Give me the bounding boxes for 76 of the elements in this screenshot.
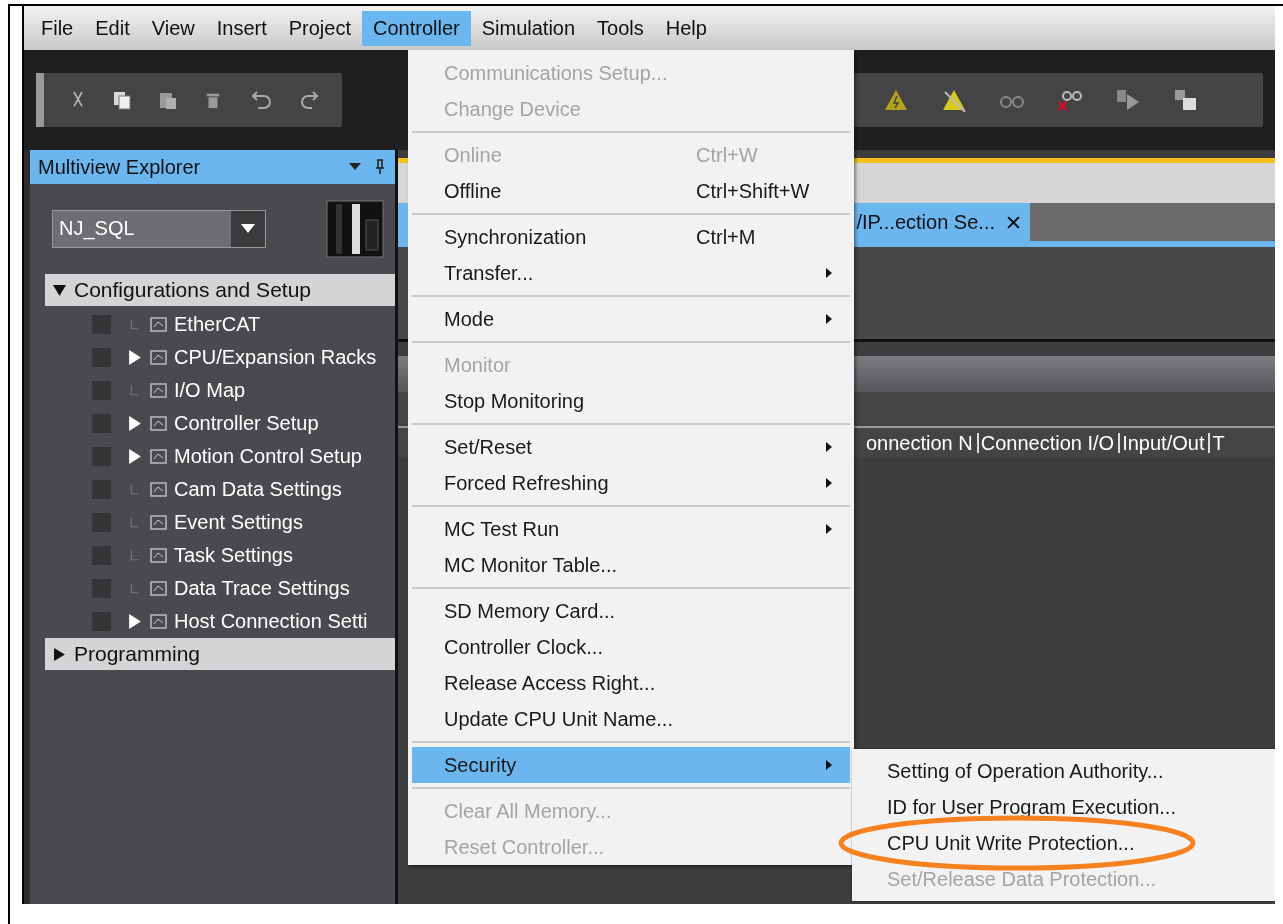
- menu-bar-item[interactable]: Controller: [362, 10, 471, 46]
- item-icon: [149, 545, 169, 566]
- tree-item[interactable]: Event Settings: [174, 511, 303, 534]
- item-icon: [149, 578, 169, 599]
- shortcut-text: Ctrl+Shift+W: [696, 179, 810, 203]
- tree-item[interactable]: I/O Map: [174, 379, 246, 402]
- item-icon: [149, 380, 169, 401]
- menu-item[interactable]: Controller Clock...: [412, 629, 850, 665]
- menu-item[interactable]: Forced Refreshing: [412, 465, 850, 501]
- menu-item[interactable]: Synchronization Ctrl+M: [412, 219, 850, 255]
- controller-device-icon: [326, 200, 384, 258]
- submenu-item[interactable]: CPU Unit Write Protection...: [887, 825, 1275, 861]
- tree-item[interactable]: Cam Data Settings: [174, 478, 342, 501]
- expand-triangle-icon[interactable]: [128, 614, 141, 629]
- tree-item[interactable]: Data Trace Settings: [174, 577, 350, 600]
- menu-bar-item[interactable]: Simulation: [470, 10, 587, 46]
- dropdown-arrow-icon[interactable]: [349, 163, 361, 171]
- submenu-item[interactable]: ID for User Program Execution...: [887, 789, 1275, 825]
- shortcut-text: Ctrl+W: [696, 143, 758, 167]
- pin-icon[interactable]: [375, 159, 385, 175]
- menu-item[interactable]: Security: [412, 747, 850, 783]
- menu-item[interactable]: Offline Ctrl+Shift+W: [412, 173, 850, 209]
- warning-icon[interactable]: [883, 88, 909, 112]
- expand-triangle-icon[interactable]: [128, 416, 141, 431]
- expand-triangle-icon: [53, 647, 66, 661]
- expand-triangle-icon[interactable]: [128, 449, 141, 464]
- transfer-icon[interactable]: [1115, 88, 1141, 112]
- toolbar-grip[interactable]: [36, 73, 44, 127]
- tree-item[interactable]: Task Settings: [174, 544, 293, 567]
- shortcut-text: Ctrl+M: [696, 225, 756, 249]
- menu-bar-item[interactable]: Help: [654, 10, 718, 46]
- paste-icon[interactable]: [158, 90, 178, 110]
- close-icon[interactable]: [1007, 215, 1020, 229]
- menu-item[interactable]: MC Test Run: [412, 511, 850, 547]
- menu-item[interactable]: Mode: [412, 301, 850, 337]
- item-icon: [149, 479, 169, 500]
- warning-crossed-icon[interactable]: [941, 88, 967, 112]
- item-icon: [149, 611, 169, 632]
- device-dropdown[interactable]: NJ_SQL: [52, 210, 266, 248]
- item-icon: [149, 347, 169, 368]
- menu-bar-item[interactable]: View: [140, 10, 206, 46]
- tree-section-header[interactable]: Programming: [45, 638, 395, 670]
- tree-item[interactable]: Motion Control Setup: [174, 445, 362, 468]
- panel-title: Multiview Explorer: [38, 155, 202, 179]
- collapse-triangle-icon: [53, 283, 66, 297]
- item-icon: [149, 413, 169, 434]
- menu-bar-item[interactable]: Edit: [84, 10, 141, 46]
- item-icon: [149, 446, 169, 467]
- column-header[interactable]: Connection I/O: [978, 433, 1121, 453]
- menu-item[interactable]: SD Memory Card...: [412, 593, 850, 629]
- column-header[interactable]: Input/Out: [1120, 433, 1211, 453]
- menu-bar-item[interactable]: File: [30, 10, 85, 46]
- menu-item[interactable]: Stop Monitoring: [412, 383, 850, 419]
- item-icon: [149, 512, 169, 533]
- column-header[interactable]: onnection N: [864, 433, 979, 453]
- menu-bar-item[interactable]: Insert: [205, 10, 278, 46]
- tree-item[interactable]: EtherCAT: [174, 313, 261, 336]
- menu-bar-item[interactable]: Project: [277, 10, 362, 46]
- expand-triangle-icon[interactable]: [128, 350, 141, 365]
- glasses-x-icon[interactable]: [1057, 88, 1083, 112]
- copy-window-icon[interactable]: [1173, 88, 1199, 112]
- menu-item[interactable]: MC Monitor Table...: [412, 547, 850, 583]
- tree-item[interactable]: Host Connection Setti: [174, 610, 368, 633]
- tree-section-header[interactable]: Configurations and Setup: [45, 274, 395, 306]
- submenu-item[interactable]: Setting of Operation Authority...: [887, 753, 1275, 789]
- tree-item[interactable]: Controller Setup: [174, 412, 319, 435]
- item-icon: [149, 314, 169, 335]
- menu-bar-item[interactable]: Tools: [586, 10, 655, 46]
- menu-item[interactable]: Update CPU Unit Name...: [412, 701, 850, 737]
- menu-item[interactable]: Set/Reset: [412, 429, 850, 465]
- caret-icon: [241, 224, 255, 234]
- column-header[interactable]: T: [1210, 433, 1229, 453]
- menu-item[interactable]: Transfer...: [412, 255, 850, 291]
- copy-icon[interactable]: [112, 90, 132, 110]
- menu-item[interactable]: Release Access Right...: [412, 665, 850, 701]
- tree-item[interactable]: CPU/Expansion Racks: [174, 346, 377, 369]
